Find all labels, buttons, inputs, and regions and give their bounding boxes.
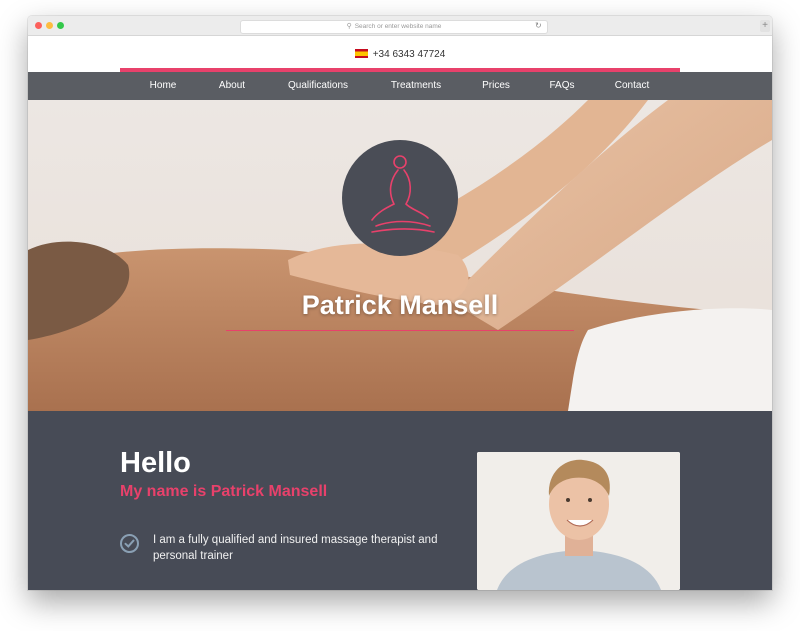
browser-window: ⚲ Search or enter website name ↻ + +34 63… [28,16,772,590]
section-heading: Hello [120,447,191,479]
nav-item-treatments[interactable]: Treatments [380,72,452,100]
bullet-text: I am a fully qualified and insured massa… [153,534,438,562]
profile-photo [477,452,680,590]
close-window-button[interactable] [35,22,42,29]
nav-item-about[interactable]: About [206,72,258,100]
reload-icon[interactable]: ↻ [535,20,542,32]
maximize-window-button[interactable] [57,22,64,29]
nav-item-faqs[interactable]: FAQs [540,72,584,100]
hero-banner: Patrick Mansell [28,100,772,411]
massage-logo-icon [342,140,458,256]
nav-item-qualifications[interactable]: Qualifications [276,72,360,100]
address-bar-placeholder: Search or enter website name [354,23,442,30]
phone-contact[interactable]: +34 6343 47724 [28,48,772,62]
main-nav: Home About Qualifications Treatments Pri… [28,72,772,104]
about-section: Hello My name is Patrick Mansell I am a … [28,411,772,590]
address-bar[interactable]: ⚲ Search or enter website name [240,20,548,34]
check-circle-icon [120,534,139,553]
nav-item-home[interactable]: Home [130,72,196,104]
minimize-window-button[interactable] [46,22,53,29]
nav-item-prices[interactable]: Prices [474,72,518,100]
hero-divider [226,330,574,331]
phone-number: +34 6343 47724 [372,49,446,60]
section-subheading: My name is Patrick Mansell [120,483,328,500]
browser-toolbar: ⚲ Search or enter website name ↻ + [28,16,772,36]
hero-title: Patrick Mansell [301,290,499,320]
plus-icon[interactable]: + [760,20,770,32]
search-icon: ⚲ [346,23,352,30]
spain-flag-icon [354,48,368,58]
nav-item-contact[interactable]: Contact [606,72,658,100]
